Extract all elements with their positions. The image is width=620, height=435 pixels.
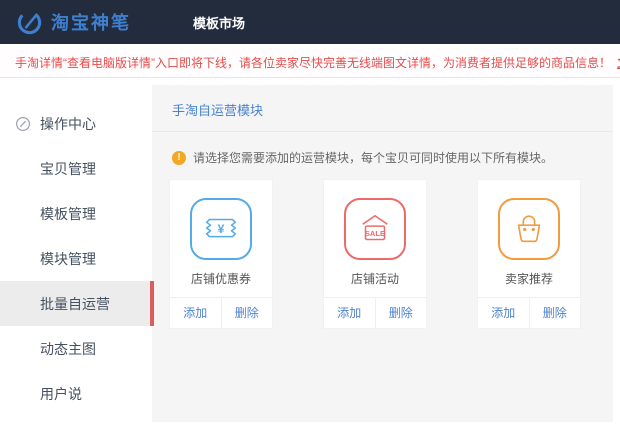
sidebar: 操作中心 宝贝管理 模板管理 模块管理 批量自运营 动态主图 用户说	[0, 85, 150, 422]
delete-button[interactable]: 删除	[222, 298, 273, 328]
add-button[interactable]: 添加	[170, 298, 222, 328]
card-actions: 添加 删除	[478, 297, 580, 328]
pen-circle-icon	[15, 116, 31, 132]
page-title: 手淘自运营模块	[172, 100, 593, 119]
info-row: ! 请选择您需要添加的运营模块，每个宝贝可同时使用以下所有模块。	[152, 132, 613, 166]
svg-text:¥: ¥	[218, 222, 225, 236]
announcement-text: 手淘详情“查看电脑版详情”入口即将下线，请各位卖家尽快完善无线端图文详情，为消费…	[15, 54, 611, 71]
add-button[interactable]: 添加	[324, 298, 376, 328]
card-actions: 添加 删除	[324, 297, 426, 328]
sidebar-item-label: 用户说	[40, 384, 82, 404]
module-card-coupon: ¥ 店铺优惠券 添加 删除	[169, 179, 273, 329]
sidebar-item-label: 批量自运营	[40, 294, 110, 314]
sidebar-item-template-management[interactable]: 模板管理	[0, 191, 150, 236]
svg-text:SALE: SALE	[365, 229, 385, 238]
info-text: 请选择您需要添加的运营模块，每个宝贝可同时使用以下所有模块。	[193, 149, 553, 166]
sidebar-item-label: 宝贝管理	[40, 159, 96, 179]
card-actions: 添加 删除	[170, 297, 272, 328]
sidebar-item-label: 操作中心	[40, 114, 96, 134]
sidebar-item-batch-self-operation[interactable]: 批量自运营	[0, 281, 150, 326]
sidebar-item-operation-center[interactable]: 操作中心	[0, 101, 150, 146]
module-card-activity: SALE 店铺活动 添加 删除	[323, 179, 427, 329]
sidebar-item-item-management[interactable]: 宝贝管理	[0, 146, 150, 191]
content-area: 操作中心 宝贝管理 模板管理 模块管理 批量自运营 动态主图 用户说 手淘自运营…	[0, 85, 620, 422]
sidebar-item-dynamic-main-image[interactable]: 动态主图	[0, 326, 150, 371]
card-label: 卖家推荐	[505, 270, 553, 287]
app-logo[interactable]: 淘宝神笔	[16, 9, 131, 36]
app-header: 淘宝神笔 模板市场	[0, 0, 620, 44]
sidebar-item-user-reviews[interactable]: 用户说	[0, 371, 150, 416]
pen-logo-icon	[16, 9, 43, 36]
active-indicator	[150, 281, 154, 326]
module-card-seller-recommend: 卖家推荐 添加 删除	[477, 179, 581, 329]
shopping-basket-icon	[498, 198, 560, 260]
card-label: 店铺活动	[351, 270, 399, 287]
sidebar-item-label: 动态主图	[40, 339, 96, 359]
card-body: SALE 店铺活动	[324, 180, 426, 297]
delete-button[interactable]: 删除	[376, 298, 427, 328]
announcement-bar: 手淘详情“查看电脑版详情”入口即将下线，请各位卖家尽快完善无线端图文详情，为消费…	[0, 48, 620, 78]
add-button[interactable]: 添加	[478, 298, 530, 328]
panel-header: 手淘自运营模块	[152, 85, 613, 132]
info-icon: !	[172, 151, 186, 165]
sidebar-item-label: 模板管理	[40, 204, 96, 224]
logo-text: 淘宝神笔	[51, 9, 131, 35]
cards-row: ¥ 店铺优惠券 添加 删除 SALE	[152, 166, 613, 329]
sale-sign-icon: SALE	[344, 198, 406, 260]
delete-button[interactable]: 删除	[530, 298, 581, 328]
main-panel: 手淘自运营模块 ! 请选择您需要添加的运营模块，每个宝贝可同时使用以下所有模块。…	[152, 85, 613, 422]
card-label: 店铺优惠券	[191, 270, 251, 287]
coupon-icon: ¥	[190, 198, 252, 260]
card-body: 卖家推荐	[478, 180, 580, 297]
card-body: ¥ 店铺优惠券	[170, 180, 272, 297]
sidebar-item-label: 模块管理	[40, 249, 96, 269]
sidebar-item-module-management[interactable]: 模块管理	[0, 236, 150, 281]
nav-item-template-market[interactable]: 模板市场	[193, 13, 245, 32]
